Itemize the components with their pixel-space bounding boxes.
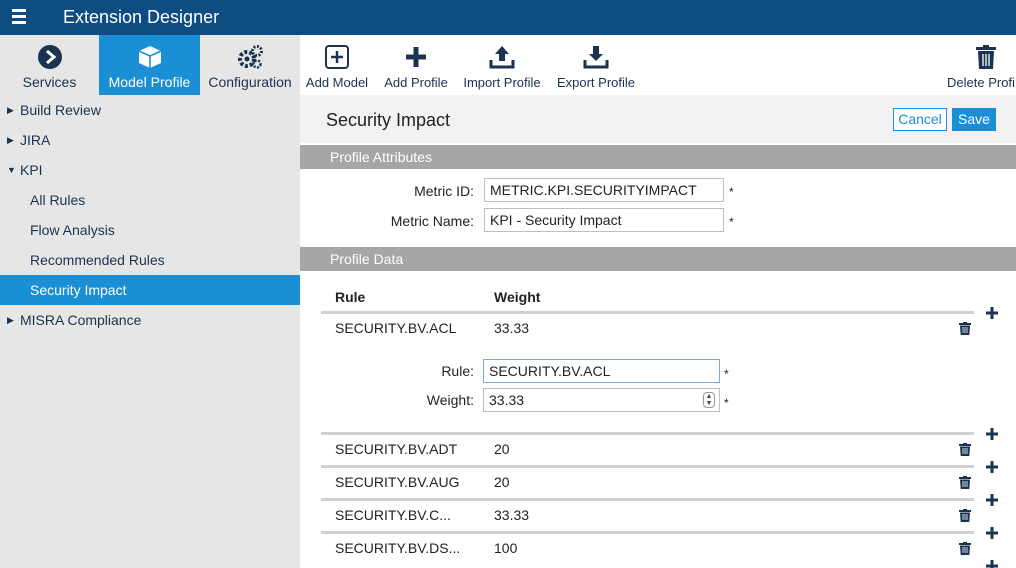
sidebar: ▶ Build Review ▶ JIRA ▼ KPI All Rules Fl… [0,95,300,568]
page-title: Security Impact [326,110,451,130]
sidebar-item-label: Flow Analysis [30,222,115,238]
import-profile-button[interactable]: Import Profile [463,35,541,95]
export-profile-label: Export Profile [556,75,636,90]
hamburger-menu-icon[interactable] [12,9,30,25]
row-weight: 33.33 [494,507,530,523]
table-row[interactable]: SECURITY.BV.ADT 20 [321,432,974,463]
metric-id-field[interactable]: METRIC.KPI.SECURITYIMPACT [484,178,724,202]
sidebar-item-build-review[interactable]: ▶ Build Review [0,95,300,125]
spinner-icon[interactable]: ▲ ▼ [703,392,715,408]
upload-icon [489,46,515,69]
add-box-icon [325,45,349,69]
row-rule: SECURITY.BV.AUG [335,474,460,490]
sidebar-item-label: Build Review [20,102,101,118]
row-weight: 100 [494,540,518,556]
caret-right-icon: ▶ [7,315,14,325]
row-rule: SECURITY.BV.C... [335,507,451,523]
add-row-icon[interactable] [985,526,999,540]
row-weight: 20 [494,441,510,457]
main-panel: Security Impact Cancel Save Profile Attr… [300,95,1016,568]
trash-icon[interactable] [959,542,971,555]
add-model-label: Add Model [305,75,369,90]
sidebar-item-flow-analysis[interactable]: Flow Analysis [0,215,300,245]
tab-configuration[interactable]: Configuration [200,35,300,95]
add-model-button[interactable]: Add Model [304,35,370,95]
weight-editor-value: 33.33 [489,392,525,408]
sidebar-item-label: Security Impact [30,282,127,298]
page-header: Security Impact Cancel Save [300,95,1016,143]
tab-model-profile[interactable]: Model Profile [99,35,200,95]
save-button[interactable]: Save [952,108,996,131]
delete-profile-label: Delete Profi [947,75,1015,90]
rule-editor-field[interactable]: SECURITY.BV.ACL [483,359,720,383]
tab-services[interactable]: Services [0,35,99,95]
column-header-rule: Rule [335,289,366,305]
profile-data-header: Profile Data [300,247,1016,271]
add-row-icon[interactable] [985,559,999,568]
rule-editor-label: Rule: [441,363,474,379]
sidebar-item-security-impact[interactable]: Security Impact [0,275,300,305]
required-marker: * [729,215,734,229]
export-profile-button[interactable]: Export Profile [556,35,636,95]
tab-model-profile-label: Model Profile [108,74,191,90]
trash-icon[interactable] [959,509,971,522]
delete-profile-button[interactable]: Delete Profi [946,35,1016,95]
sidebar-item-label: All Rules [30,192,86,208]
row-weight: 33.33 [494,320,530,336]
weight-editor-stepper[interactable]: 33.33 ▲ ▼ [483,388,720,412]
required-marker: * [729,185,734,199]
row-rule: SECURITY.BV.ACL [335,320,457,336]
gears-icon [238,45,263,69]
caret-right-icon: ▶ [7,135,14,145]
cube-icon [138,46,161,68]
row-weight: 20 [494,474,510,490]
trash-icon [976,45,996,69]
sidebar-item-label: MISRA Compliance [20,312,142,328]
required-marker: * [724,367,729,381]
metric-name-field[interactable]: KPI - Security Impact [484,208,724,232]
toolbar: Add Model Add Profile Import Profile Exp… [300,35,1016,95]
add-profile-button[interactable]: Add Profile [382,35,450,95]
sidebar-item-jira[interactable]: ▶ JIRA [0,125,300,155]
table-row[interactable]: SECURITY.BV.AUG 20 [321,465,974,496]
cancel-button[interactable]: Cancel [893,108,947,131]
add-row-icon[interactable] [985,427,999,441]
add-row-icon[interactable] [985,306,999,320]
sidebar-item-label: Recommended Rules [30,252,165,268]
import-profile-label: Import Profile [463,75,541,90]
sidebar-item-kpi[interactable]: ▼ KPI [0,155,300,185]
trash-icon[interactable] [959,476,971,489]
profile-attributes-header: Profile Attributes [300,145,1016,169]
sidebar-item-label: JIRA [20,132,51,148]
metric-id-label: Metric ID: [414,183,474,199]
sidebar-item-misra-compliance[interactable]: ▶ MISRA Compliance [0,305,300,335]
plus-icon [406,47,426,67]
caret-down-icon: ▼ [7,165,16,175]
tab-configuration-label: Configuration [208,74,292,90]
row-rule: SECURITY.BV.DS... [335,540,461,556]
add-row-icon[interactable] [985,460,999,474]
title-bar: Extension Designer [0,0,1016,35]
row-rule: SECURITY.BV.ADT [335,441,458,457]
download-icon [583,46,609,69]
required-marker: * [724,396,729,410]
table-row[interactable]: SECURITY.BV.DS... 100 [321,531,974,562]
table-row[interactable]: SECURITY.BV.C... 33.33 [321,498,974,529]
metric-name-label: Metric Name: [390,213,474,229]
app-title: Extension Designer [63,7,220,27]
weight-editor-label: Weight: [426,392,474,408]
table-row[interactable]: SECURITY.BV.ACL 33.33 [321,311,974,342]
tab-services-label: Services [22,74,77,90]
add-profile-label: Add Profile [384,75,448,90]
sidebar-item-recommended-rules[interactable]: Recommended Rules [0,245,300,275]
sidebar-item-label: KPI [20,162,43,178]
add-row-icon[interactable] [985,493,999,507]
trash-icon[interactable] [959,322,971,335]
sidebar-item-all-rules[interactable]: All Rules [0,185,300,215]
nav-tabs: Services Model Profile Configuration [0,35,300,95]
caret-right-icon: ▶ [7,105,14,115]
circle-arrow-icon [37,45,62,69]
column-header-weight: Weight [494,289,541,305]
trash-icon[interactable] [959,443,971,456]
